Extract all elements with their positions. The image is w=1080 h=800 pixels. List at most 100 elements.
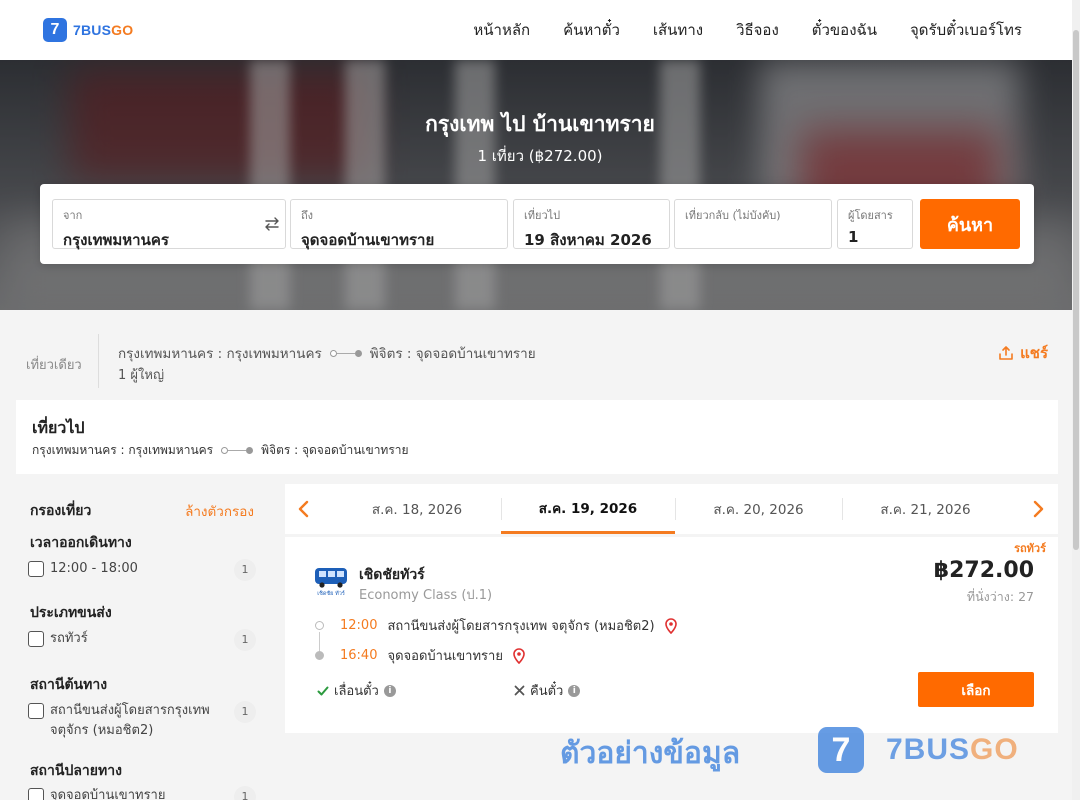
top-navbar: 7 7BUSGO หน้าหลัก ค้นหาตั๋ว เส้นทาง วิธี… (0, 0, 1080, 60)
operator-logo-caption: เชิดชัย ทัวร์ (317, 590, 345, 597)
search-form: จาก กรุงเทพมหานคร ถึง จุดจอดบ้านเขาทราย … (40, 184, 1034, 264)
scrollbar-thumb[interactable] (1073, 30, 1079, 550)
swap-icon[interactable] (263, 215, 281, 233)
nav-home[interactable]: หน้าหลัก (473, 18, 530, 42)
outbound-section: เที่ยวไป กรุงเทพมหานคร : กรุงเทพมหานคร พ… (16, 400, 1058, 474)
depart-label: เที่ยวไป (524, 209, 561, 222)
clear-filters-link[interactable]: ล้างตัวกรอง (185, 500, 254, 522)
outbound-title: เที่ยวไป (32, 418, 85, 437)
departure-time: 12:00 (340, 618, 378, 633)
filter-title: กรองเที่ยว (30, 503, 92, 519)
passenger-label: ผู้โดยสาร (848, 209, 893, 222)
checkbox[interactable] (28, 631, 44, 647)
route-connector-icon (329, 349, 362, 357)
operator-name: เชิดชัยทัวร์ (359, 567, 425, 583)
filter-option-departure-time[interactable]: 12:00 - 18:00 1 (28, 559, 256, 581)
map-pin-icon[interactable] (664, 617, 677, 634)
watermark-text: ตัวอย่างข้อมูล (560, 736, 741, 771)
filter-heading-departure-time: เวลาออกเดินทาง (30, 535, 132, 551)
info-icon[interactable]: i (568, 684, 581, 697)
stop-dot (315, 621, 324, 630)
filter-option-destination-station[interactable]: จุดจอดบ้านเขาทราย 1 (28, 786, 256, 800)
departure-stop: 12:00 สถานีขนส่งผู้โดยสารกรุงเทพ จตุจักร… (315, 615, 677, 636)
filter-count-badge: 1 (234, 701, 256, 723)
date-tab-1[interactable]: ส.ค. 18, 2026 (333, 484, 501, 534)
nav-routes[interactable]: เส้นทาง (653, 18, 703, 42)
summary-destination: พิจิตร : จุดจอดบ้านเขาทราย (369, 346, 536, 362)
outbound-origin: กรุงเทพมหานคร : กรุงเทพมหานคร (32, 443, 214, 457)
next-date-button[interactable] (1027, 494, 1051, 524)
map-pin-icon[interactable] (513, 647, 525, 664)
departure-station: สถานีขนส่งผู้โดยสารกรุงเทพ จตุจักร (หมอช… (387, 619, 655, 634)
divider (98, 334, 99, 388)
depart-value: 19 สิงหาคม 2026 (524, 231, 652, 249)
route-connector-icon (221, 447, 254, 454)
filter-option-transport-type[interactable]: รถทัวร์ 1 (28, 629, 256, 651)
chevron-right-icon (1033, 500, 1044, 518)
nav-my-tickets[interactable]: ตั๋วของฉัน (812, 18, 877, 42)
trip-result-card: รถทัวร์ เชิดชัย ทัวร์ เชิดชัยทัวร์ Econo… (285, 537, 1058, 733)
logo[interactable]: 7 7BUSGO (43, 18, 133, 42)
reschedule-policy[interactable]: เลื่อนตั๋ว i (317, 680, 396, 701)
share-icon (999, 346, 1013, 360)
checkbox[interactable] (28, 703, 44, 719)
share-label: แชร์ (1020, 344, 1048, 362)
info-icon[interactable]: i (383, 684, 396, 697)
seats-available: ที่นั่งว่าง: 27 (966, 589, 1034, 604)
refund-policy[interactable]: คืนตั๋ว i (514, 680, 581, 701)
from-field[interactable]: จาก กรุงเทพมหานคร (52, 199, 286, 249)
passenger-value: 1 (848, 228, 859, 246)
date-tab-2-active[interactable]: ส.ค. 19, 2026 (501, 484, 675, 534)
trip-type: เที่ยวเดียว (26, 358, 82, 373)
date-tab-3[interactable]: ส.ค. 20, 2026 (675, 484, 842, 534)
return-label: เที่ยวกลับ (ไม่บังคับ) (685, 209, 781, 222)
to-label: ถึง (301, 209, 314, 222)
operator-logo: เชิดชัย ทัวร์ (315, 568, 347, 597)
watermark-brand: 7BUSGO (886, 733, 1019, 767)
from-label: จาก (63, 209, 83, 222)
select-trip-button[interactable]: เลือก (918, 672, 1034, 707)
logo-text: 7BUSGO (73, 22, 133, 38)
prev-date-button[interactable] (291, 494, 315, 524)
return-date-field[interactable]: เที่ยวกลับ (ไม่บังคับ) (674, 199, 832, 249)
filter-heading-transport-type: ประเภทขนส่ง (30, 605, 112, 621)
summary-passengers: 1 ผู้ใหญ่ (118, 368, 165, 383)
trip-summary: เที่ยวเดียว กรุงเทพมหานคร : กรุงเทพมหานค… (0, 310, 1080, 398)
nav-how-to-book[interactable]: วิธีจอง (736, 18, 779, 42)
route-title: กรุงเทพ ไป บ้านเขาทราย (425, 112, 655, 136)
nav-search-tickets[interactable]: ค้นหาตั๋ว (563, 18, 620, 42)
filter-count-badge: 1 (234, 629, 256, 651)
outbound-route: กรุงเทพมหานคร : กรุงเทพมหานคร พิจิตร : จ… (32, 441, 409, 460)
vehicle-type-ribbon: รถทัวร์ (1014, 542, 1046, 555)
logo-brand-go: GO (111, 22, 134, 38)
arrival-station: จุดจอดบ้านเขาทราย (387, 649, 503, 664)
date-selector: ส.ค. 18, 2026 ส.ค. 19, 2026 ส.ค. 20, 202… (285, 484, 1058, 534)
check-icon (317, 686, 329, 695)
date-tab-4[interactable]: ส.ค. 21, 2026 (842, 484, 1009, 534)
summary-origin: กรุงเทพมหานคร : กรุงเทพมหานคร (118, 346, 322, 362)
filter-option-label: จุดจอดบ้านเขาทราย (50, 788, 166, 800)
nav-ticket-pickup[interactable]: จุดรับตั๋วเบอร์โทร (910, 18, 1022, 42)
checkbox[interactable] (28, 561, 44, 577)
filter-option-label: สถานีขนส่งผู้โดยสารกรุงเทพ จตุจักร (หมอช… (50, 703, 210, 738)
page-scrollbar[interactable] (1072, 0, 1080, 800)
reschedule-label: เลื่อนตั๋ว (334, 684, 379, 699)
outbound-destination: พิจิตร : จุดจอดบ้านเขาทราย (261, 443, 409, 457)
filter-count-badge: 1 (234, 786, 256, 800)
main-nav: หน้าหลัก ค้นหาตั๋ว เส้นทาง วิธีจอง ตั๋วข… (473, 0, 1022, 60)
to-field[interactable]: ถึง จุดจอดบ้านเขาทราย (290, 199, 508, 249)
cross-icon (514, 685, 525, 696)
filter-count-badge: 1 (234, 559, 256, 581)
logo-mark: 7 (43, 18, 67, 42)
checkbox[interactable] (28, 788, 44, 800)
search-button[interactable]: ค้นหา (920, 199, 1020, 249)
filter-option-origin-station[interactable]: สถานีขนส่งผู้โดยสารกรุงเทพ จตุจักร (หมอช… (28, 701, 256, 741)
route-price-summary: 1 เที่ยว (฿272.00) (477, 147, 603, 165)
from-value: กรุงเทพมหานคร (63, 231, 169, 249)
logo-brand: 7BUS (73, 22, 112, 38)
passenger-field[interactable]: ผู้โดยสาร 1 (837, 199, 913, 249)
filter-panel: กรองเที่ยว ล้างตัวกรอง เวลาออกเดินทาง 12… (16, 484, 270, 800)
share-button[interactable]: แชร์ (998, 341, 1048, 365)
depart-date-field[interactable]: เที่ยวไป 19 สิงหาคม 2026 (513, 199, 670, 249)
stop-dot (315, 651, 324, 660)
